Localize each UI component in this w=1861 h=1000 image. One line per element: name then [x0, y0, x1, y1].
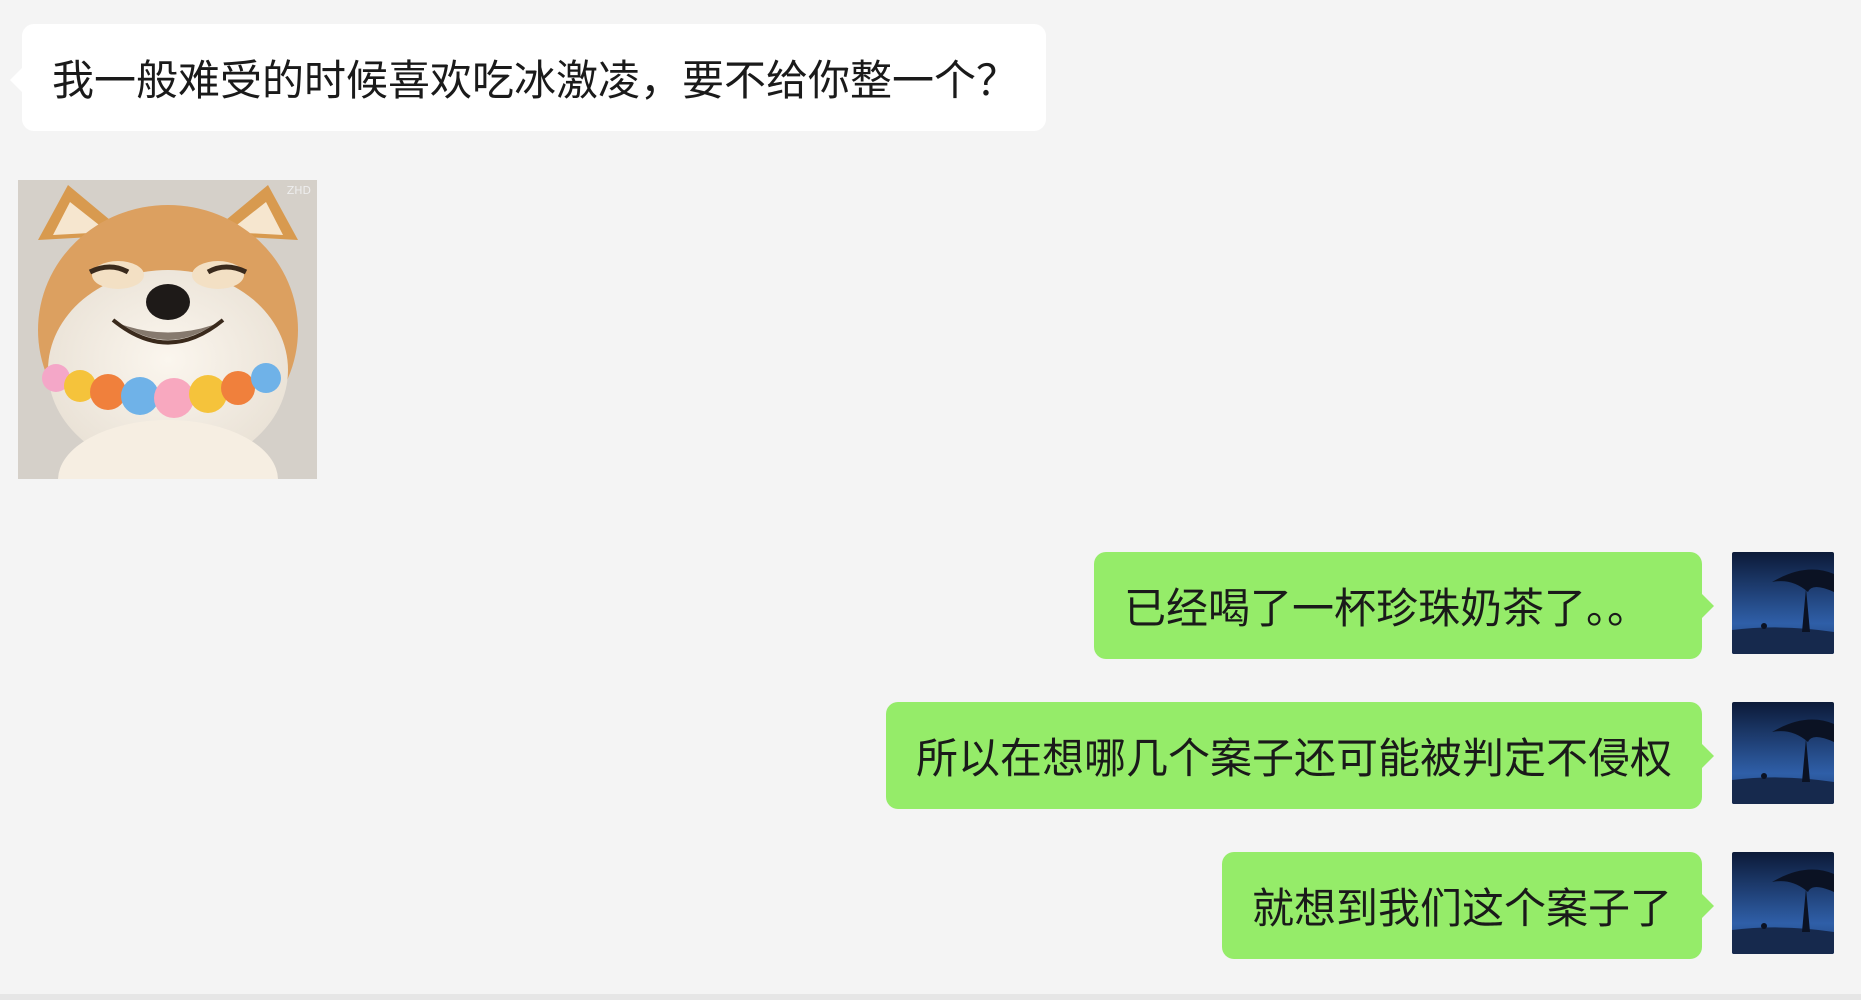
avatar[interactable] — [1732, 552, 1834, 654]
message-text: 我一般难受的时候喜欢吃冰激凌，要不给你整一个？ — [52, 56, 1019, 105]
incoming-message-bubble[interactable]: 我一般难受的时候喜欢吃冰激凌，要不给你整一个？ — [10, 24, 1046, 131]
outgoing-message-bubble[interactable]: 就想到我们这个案子了 — [1222, 852, 1714, 959]
avatar[interactable] — [1732, 702, 1834, 804]
night-tree-avatar-icon — [1732, 552, 1834, 654]
outgoing-message-bubble[interactable]: 已经喝了一杯珍珠奶茶了。。 — [1094, 552, 1714, 659]
night-tree-avatar-icon — [1732, 702, 1834, 804]
message-text: 已经喝了一杯珍珠奶茶了。。 — [1124, 584, 1650, 633]
chat-window: 我一般难受的时候喜欢吃冰激凌，要不给你整一个？ ZHD 已经喝了一杯珍珠奶茶了。… — [0, 0, 1861, 1000]
avatar[interactable] — [1732, 852, 1834, 954]
shiba-dog-icon — [18, 180, 317, 479]
divider — [0, 994, 1861, 1000]
message-text: 所以在想哪几个案子还可能被判定不侵权 — [916, 734, 1673, 783]
outgoing-message-bubble[interactable]: 所以在想哪几个案子还可能被判定不侵权 — [886, 702, 1714, 809]
shiba-sticker[interactable]: ZHD — [18, 180, 317, 479]
night-tree-avatar-icon — [1732, 852, 1834, 954]
message-text: 就想到我们这个案子了 — [1252, 884, 1673, 933]
sticker-watermark: ZHD — [286, 184, 311, 197]
